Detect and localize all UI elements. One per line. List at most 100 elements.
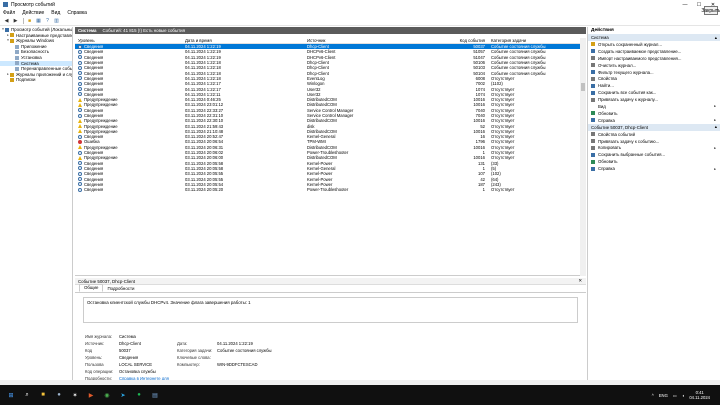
- menu-file[interactable]: Файл: [3, 10, 15, 16]
- close-detail-icon[interactable]: ✕: [578, 278, 582, 284]
- menu-view[interactable]: Вид: [51, 10, 60, 16]
- spotify-icon[interactable]: ●: [134, 390, 144, 400]
- col-code[interactable]: Код события: [456, 38, 488, 43]
- col-date[interactable]: Дата и время: [185, 38, 307, 43]
- help-icon[interactable]: ?: [44, 17, 51, 24]
- tree-item[interactable]: ▸ Журналы приложений и служб: [0, 72, 72, 78]
- menu-bar: Файл Действие Вид Справка: [0, 9, 720, 16]
- col-source[interactable]: Источник: [307, 38, 456, 43]
- info-icon: [78, 65, 82, 70]
- console-tree-icon[interactable]: ▦: [35, 17, 42, 24]
- scroll-thumb[interactable]: [581, 83, 585, 91]
- action-item[interactable]: Найти...: [588, 82, 720, 89]
- tray-arrow-icon[interactable]: ^: [652, 393, 654, 398]
- action-item[interactable]: Привязать задачу к журналу...: [588, 96, 720, 103]
- log-icon: [10, 38, 14, 43]
- category-value: Событие состояния службы: [217, 348, 272, 353]
- table-row[interactable]: Сведения 03.11.2024 20:05:20 Power-Trouble…: [75, 187, 586, 192]
- action-item[interactable]: Обновить: [588, 158, 720, 165]
- menu-help[interactable]: Справка: [67, 10, 87, 16]
- source-cell: Dhcp-Client: [307, 65, 329, 71]
- collapse-icon[interactable]: ▴: [715, 35, 717, 41]
- level-text: Сведения: [84, 150, 104, 156]
- action-item[interactable]: Справка ▸: [588, 117, 720, 124]
- action-item[interactable]: Фильтр текущего журнала...: [588, 69, 720, 76]
- vertical-scrollbar[interactable]: [580, 38, 586, 276]
- actions-section-event[interactable]: Событие 50037, Dhcp-Client ▴: [588, 123, 720, 131]
- menu-action[interactable]: Действие: [22, 10, 44, 16]
- action-label: Свойства: [598, 76, 617, 82]
- source-cell: DistributedCOM: [307, 155, 337, 161]
- col-level[interactable]: Уровень: [75, 38, 185, 43]
- category-cell: Отсутствует: [491, 134, 515, 140]
- language-indicator[interactable]: ENG: [659, 393, 668, 398]
- action-item[interactable]: Вид ▸: [588, 103, 720, 110]
- action-item[interactable]: Привязать задачу к событию...: [588, 138, 720, 145]
- code-cell: 7002: [475, 81, 485, 87]
- action-item[interactable]: Импорт настраиваемого представления...: [588, 55, 720, 62]
- action-icon: [591, 42, 595, 47]
- date-value: 04.11.2024 1:22:19: [217, 341, 253, 346]
- category-cell: Отсутствует: [491, 86, 515, 92]
- tab-details[interactable]: Подробности: [103, 286, 138, 292]
- collapse-icon[interactable]: ▴: [715, 124, 717, 130]
- action-item[interactable]: Сохранить выбранные события...: [588, 151, 720, 158]
- action-pane-icon[interactable]: ▥: [53, 17, 60, 24]
- tree-item[interactable]: Подписки: [0, 77, 72, 83]
- action-label: Найти...: [598, 83, 614, 89]
- back-icon[interactable]: ◀: [3, 17, 10, 24]
- category-cell: (33): [491, 160, 499, 166]
- action-item[interactable]: Очистить журнал...: [588, 62, 720, 69]
- level-text: Сведения: [84, 171, 104, 177]
- action-item[interactable]: Создать настраиваемое представление...: [588, 48, 720, 55]
- event-viewer-icon[interactable]: ▤: [150, 390, 160, 400]
- col-category[interactable]: Категория задачи: [488, 38, 578, 43]
- warning-icon: [78, 102, 82, 107]
- action-item[interactable]: Сохранить все события как...: [588, 89, 720, 96]
- folder-icon[interactable]: ■: [26, 17, 33, 24]
- category-cell: (1102): [491, 81, 503, 87]
- steam-icon[interactable]: ●: [54, 390, 64, 400]
- action-item[interactable]: Копировать ▸: [588, 144, 720, 151]
- windows-start-icon[interactable]: ⊞: [6, 390, 16, 400]
- network-icon[interactable]: ▭: [673, 393, 677, 398]
- action-item[interactable]: Открыть сохраненный журнал...: [588, 41, 720, 48]
- action-item[interactable]: Справка ▸: [588, 165, 720, 172]
- action-label: Создать настраиваемое представление...: [598, 48, 682, 54]
- forward-icon[interactable]: ▶: [12, 17, 19, 24]
- level-cell: Сведения: [75, 71, 185, 76]
- actions-section-log[interactable]: Система ▴: [588, 34, 720, 41]
- date-cell: 04.11.2024 1:22:18: [185, 70, 221, 76]
- action-item[interactable]: Свойства событий: [588, 131, 720, 138]
- source-cell: User32: [307, 86, 321, 92]
- volume-icon[interactable]: ◖: [682, 393, 685, 398]
- source-cell: Service Control Manager: [307, 107, 354, 113]
- source-cell: DHCPv6-Client: [307, 49, 336, 55]
- level-cell: Сведения: [75, 55, 185, 60]
- console-tree: ▾ Просмотр событий (Локальный) ▸ Настраивае…: [0, 27, 73, 380]
- app-icon[interactable]: ✶: [70, 390, 80, 400]
- file-explorer-icon[interactable]: ■: [38, 390, 48, 400]
- minimize-button[interactable]: —: [678, 0, 692, 9]
- level-cell: Предупреждение: [75, 124, 185, 129]
- action-label: Открыть сохраненный журнал...: [598, 41, 662, 47]
- event-rows: Сведения 04.11.2024 1:22:19 Dhcp-Client 500…: [75, 44, 586, 192]
- tab-general[interactable]: Общие: [79, 284, 104, 292]
- action-item[interactable]: Свойства: [588, 75, 720, 82]
- level-text: Сведения: [84, 113, 104, 118]
- level-cell: Сведения: [75, 134, 185, 139]
- action-item[interactable]: Обновить: [588, 110, 720, 117]
- search-icon[interactable]: ⌕: [22, 390, 32, 400]
- close-button[interactable]: ✕ Закрыть: [701, 0, 720, 15]
- level-text: Предупреждение: [84, 144, 118, 150]
- clock[interactable]: 0:41 04.11.2024: [689, 390, 710, 400]
- chrome-icon[interactable]: ◉: [102, 390, 112, 400]
- telegram-icon[interactable]: ➤: [118, 390, 128, 400]
- media-icon[interactable]: ▶: [86, 390, 96, 400]
- date-cell: 04.11.2024 1:22:19: [185, 54, 221, 60]
- action-icon: [591, 83, 595, 88]
- level-cell: Сведения: [75, 150, 185, 155]
- window-controls: — ☐ ✕ Закрыть: [678, 0, 720, 15]
- level-cell: Предупреждение: [75, 145, 185, 150]
- level-cell: Предупреждение: [75, 129, 185, 134]
